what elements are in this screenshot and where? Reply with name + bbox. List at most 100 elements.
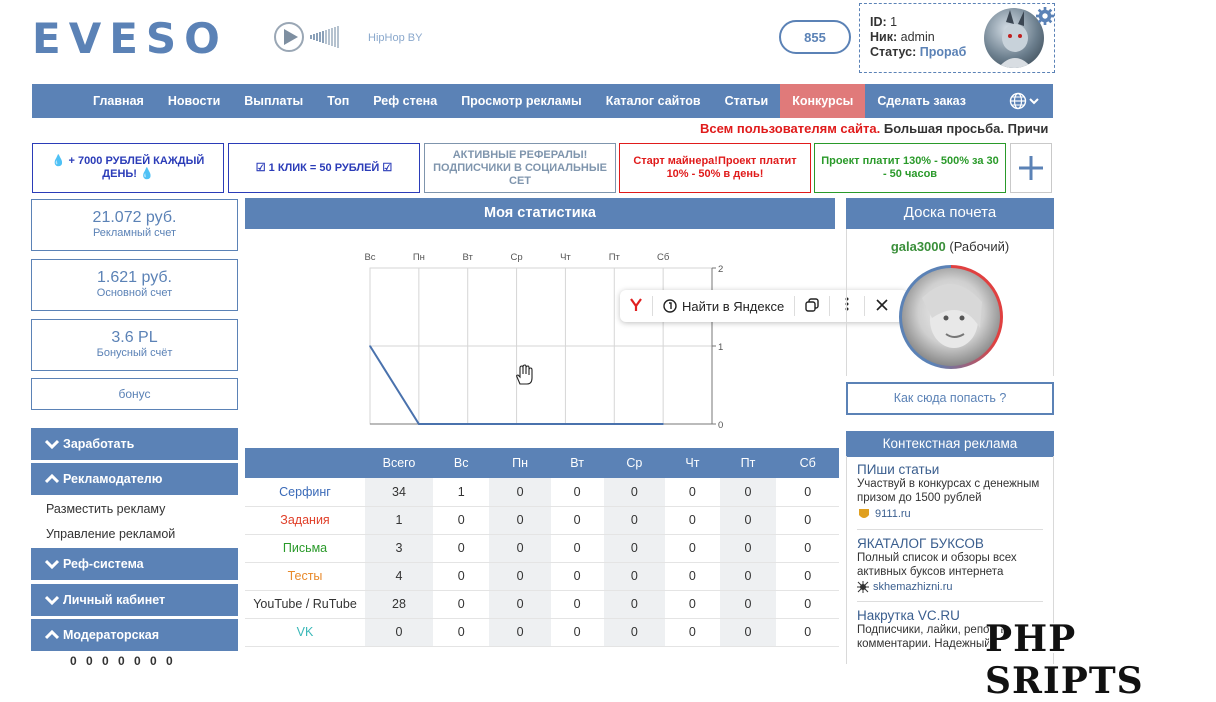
yandex-logo-icon[interactable] [620, 297, 652, 315]
bonus-account-box[interactable]: 3.6 PL Бонусный счёт [31, 319, 238, 371]
nav-item-news[interactable]: Новости [156, 84, 232, 118]
ad-title[interactable]: ПИши статьи [857, 462, 1043, 477]
ad-site[interactable]: 9111.ru [857, 507, 1043, 521]
nav-item-payouts[interactable]: Выплаты [232, 84, 315, 118]
ad-account-box[interactable]: 21.072 руб. Рекламный счет [31, 199, 238, 251]
user-status-value[interactable]: Прораб [920, 45, 967, 59]
table-row: Серфинг 34 1 0 0 0 0 0 0 [245, 478, 839, 507]
promo-banner-1[interactable]: 💧 + 7000 РУБЛЕЙ КАЖДЫЙ ДЕНЬ! 💧 [32, 143, 224, 193]
online-counter[interactable]: 855 [779, 20, 851, 54]
language-selector[interactable] [1009, 92, 1039, 110]
nav-item-view-ads[interactable]: Просмотр рекламы [449, 84, 594, 118]
column-header: Вс [433, 448, 490, 478]
menu-cabinet-label: Личный кабинет [63, 593, 166, 607]
nav-item-top[interactable]: Топ [315, 84, 361, 118]
promo-banner-5[interactable]: Проект платит 130% - 500% за 30 - 50 час… [814, 143, 1006, 193]
honor-avatar[interactable] [899, 265, 1003, 369]
promo-banner-4[interactable]: Старт майнера!Проект платит 10% - 50% в … [619, 143, 811, 193]
table-cell: 0 [603, 534, 666, 563]
row-name[interactable]: Серфинг [245, 478, 365, 507]
nav-item-articles[interactable]: Статьи [713, 84, 781, 118]
menu-referral[interactable]: Реф-система [31, 548, 238, 580]
context-ad[interactable]: ЯКАТАЛОГ БУКСОВ Полный список и обзоры в… [857, 536, 1043, 593]
user-id-row: ID: 1 [870, 15, 966, 30]
user-status-row: Статус: Прораб [870, 45, 966, 60]
y-tick-label: 1 [718, 342, 723, 353]
row-name[interactable]: Задания [245, 506, 365, 535]
ad-title[interactable]: ЯКАТАЛОГ БУКСОВ [857, 536, 1043, 551]
stats-chart-svg: Вс Пн Вт Ср Чт Пт Сб 2 1 0 [364, 252, 723, 431]
column-header: Вт [550, 448, 604, 478]
row-name[interactable]: YouTube / RuTube [245, 590, 365, 619]
link-manage-ads[interactable]: Управление рекламой [46, 527, 175, 541]
ad-site[interactable]: skhemazhizni.ru [857, 581, 1043, 593]
ad-site-label: 9111.ru [875, 508, 911, 520]
context-ad[interactable]: ПИши статьи Участвуй в конкурсах с денеж… [857, 462, 1043, 521]
yandex-search-label: Найти в Яндексе [682, 298, 785, 314]
plus-icon [1019, 156, 1043, 180]
nav-item-ref-wall[interactable]: Реф стена [361, 84, 449, 118]
table-cell: 1 [365, 506, 433, 535]
how-to-get-here-button[interactable]: Как сюда попасть ? [846, 382, 1054, 415]
menu-advertiser[interactable]: Рекламодателю [31, 463, 238, 495]
menu-cabinet[interactable]: Личный кабинет [31, 584, 238, 616]
nav-item-order[interactable]: Сделать заказ [865, 84, 978, 118]
bonus-account-label: Бонусный счёт [96, 347, 173, 359]
menu-earn[interactable]: Заработать [31, 428, 238, 460]
column-header: Чт [665, 448, 720, 478]
stats-title: Моя статистика [245, 198, 835, 229]
table-cell: 0 [550, 562, 604, 591]
menu-moderator[interactable]: Модераторская [31, 619, 238, 651]
nav-item-home[interactable]: Главная [81, 84, 156, 118]
chevron-down-icon [45, 439, 59, 449]
user-id-label: ID: [870, 15, 887, 29]
bonus-button[interactable]: бонус [31, 378, 238, 410]
table-cell: 0 [665, 534, 720, 563]
row-name[interactable]: VK [245, 618, 365, 647]
table-cell: 0 [603, 562, 666, 591]
table-cell: 0 [433, 534, 490, 563]
table-cell: 28 [365, 590, 433, 619]
table-cell: 0 [776, 618, 839, 647]
link-place-ad[interactable]: Разместить рекламу [46, 502, 165, 516]
main-account-box[interactable]: 1.621 руб. Основной счет [31, 259, 238, 311]
gear-icon[interactable] [1036, 7, 1054, 25]
avatar[interactable] [984, 8, 1044, 68]
ad-account-amount: 21.072 руб. [92, 209, 177, 226]
table-cell: 0 [433, 506, 490, 535]
data-point [662, 423, 664, 425]
chevron-down-icon [45, 559, 59, 569]
promo-banner-3[interactable]: АКТИВНЫЕ РЕФЕРАЛЫ! ПОДПИСЧИКИ В СОЦИАЛЬН… [424, 143, 616, 193]
table-cell: 0 [665, 478, 720, 507]
nav-item-contests[interactable]: Конкурсы [780, 84, 866, 118]
play-button[interactable] [274, 22, 304, 52]
y-tick-label: 2 [718, 264, 723, 275]
news-ticker[interactable]: Всем пользователям сайта. Большая просьб… [700, 121, 1056, 139]
row-name[interactable]: Письма [245, 534, 365, 563]
table-cell: 0 [776, 478, 839, 507]
honor-user-name[interactable]: gala3000 [891, 239, 946, 254]
site-logo[interactable]: EVESO [32, 14, 228, 63]
volume-bars-icon[interactable] [310, 26, 339, 48]
honor-board-title: Доска почета [846, 198, 1054, 229]
table-cell: 0 [550, 590, 604, 619]
table-row: Тесты 4 0 0 0 0 0 0 0 [245, 562, 839, 591]
table-cell: 0 [550, 534, 604, 563]
honor-user-role: (Рабочий) [945, 239, 1010, 254]
ticker-red-text: Всем пользователям сайта. [700, 121, 881, 136]
nav-item-site-catalog[interactable]: Каталог сайтов [594, 84, 713, 118]
promo-text: 💧 + 7000 РУБЛЕЙ КАЖДЫЙ ДЕНЬ! 💧 [51, 155, 205, 180]
add-banner-button[interactable] [1010, 143, 1052, 193]
main-account-label: Основной счет [96, 287, 173, 299]
user-id-value: 1 [890, 15, 898, 29]
ad-site-label: skhemazhizni.ru [873, 581, 953, 593]
copy-button[interactable] [795, 297, 829, 315]
table-cell: 0 [433, 618, 490, 647]
chevron-down-icon [45, 595, 59, 605]
row-name[interactable]: Тесты [245, 562, 365, 591]
data-point [613, 423, 616, 425]
yandex-search-button[interactable]: Найти в Яндексе [653, 299, 794, 314]
promo-banner-2[interactable]: ☑ 1 КЛИК = 50 РУБЛЕЙ ☑ [228, 143, 420, 193]
table-cell: 0 [550, 506, 604, 535]
bonus-account-amount: 3.6 PL [111, 329, 158, 346]
